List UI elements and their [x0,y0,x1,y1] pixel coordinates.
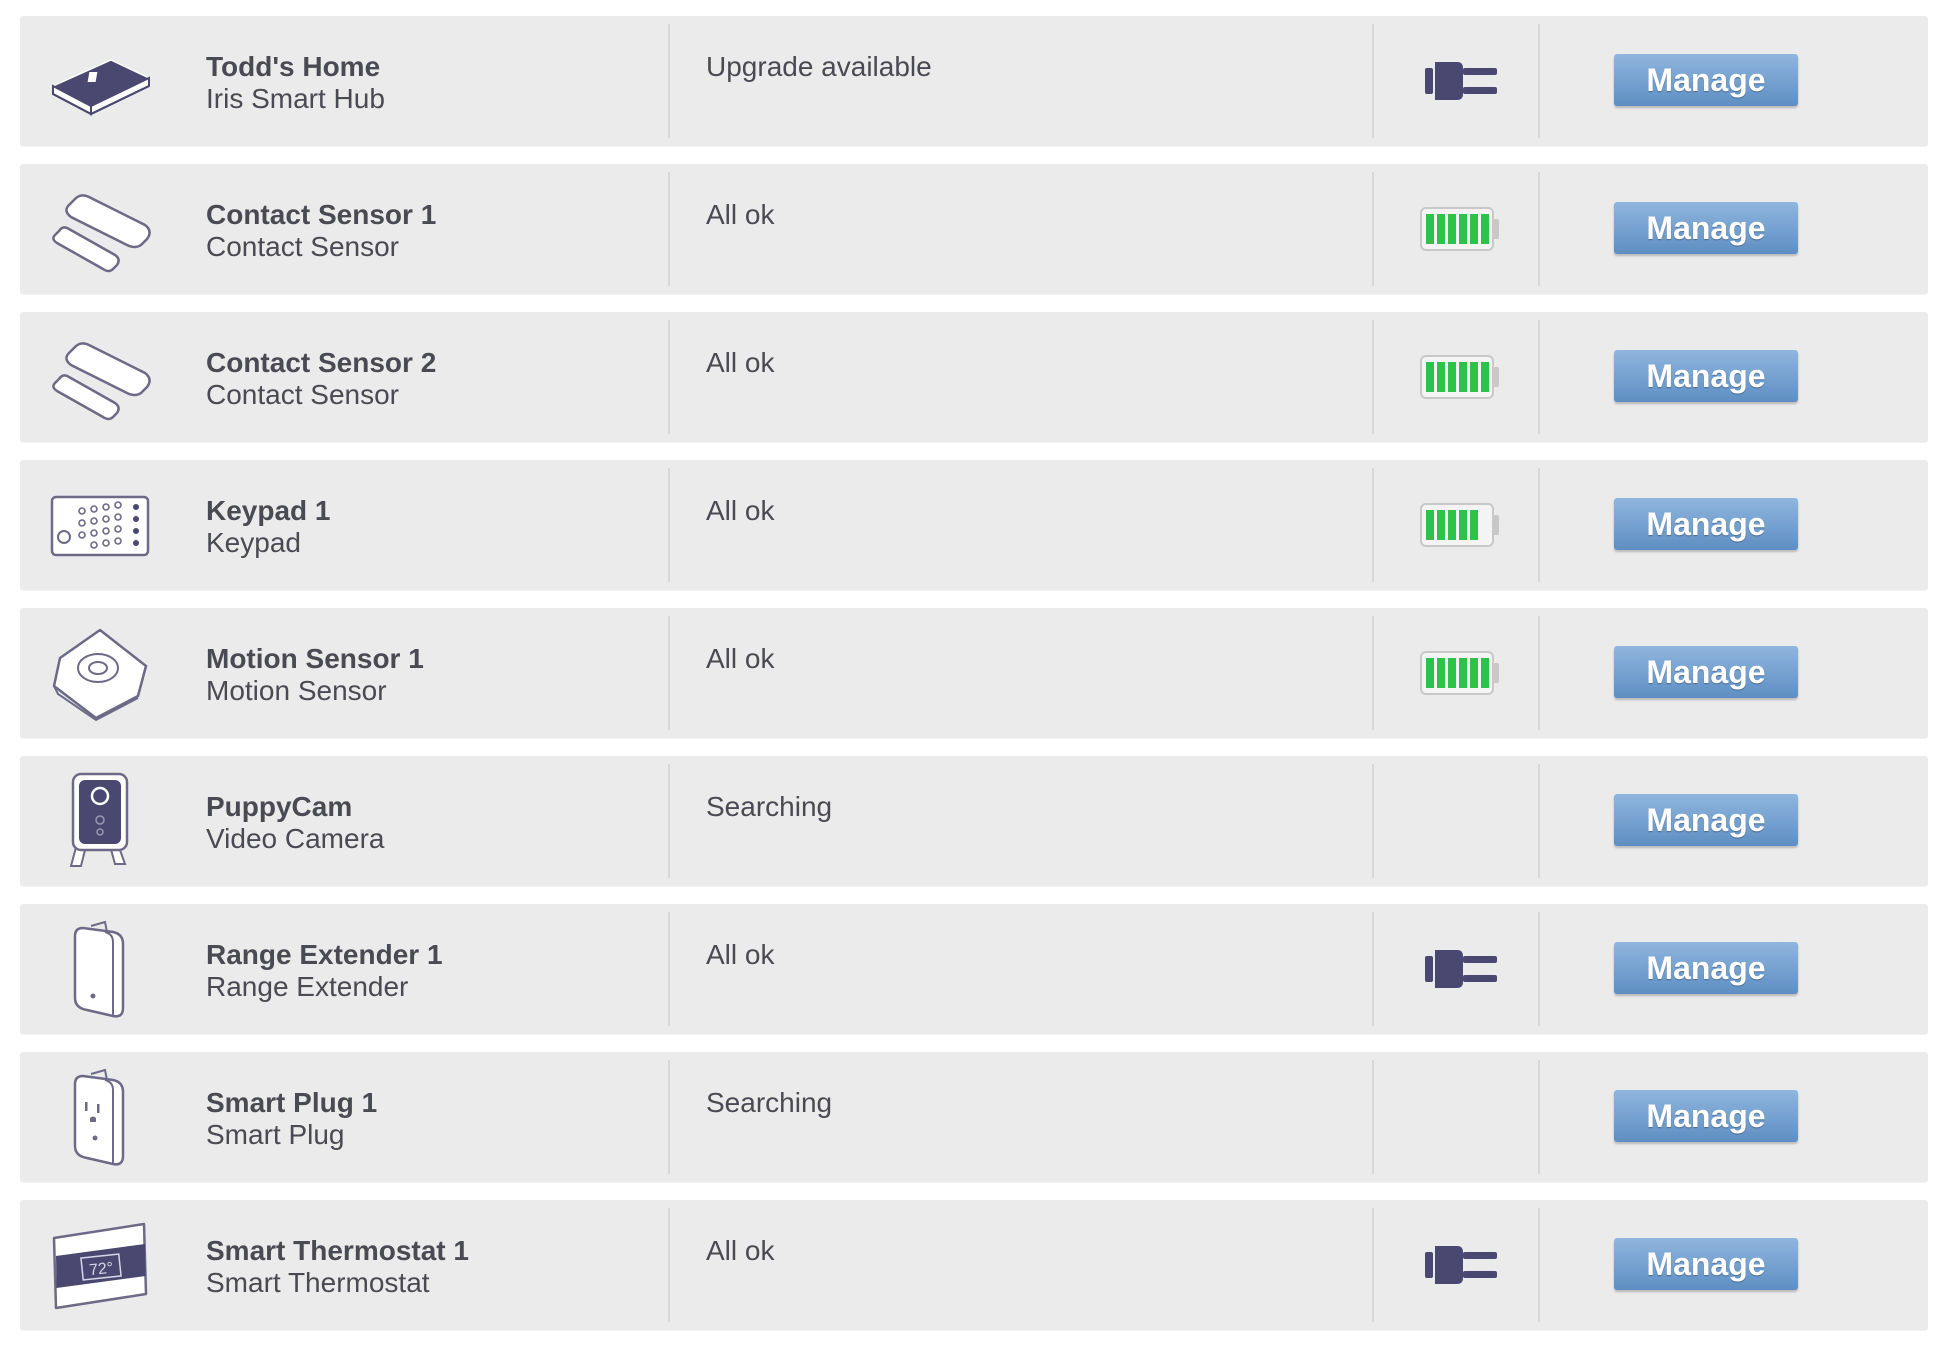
motion-sensor-icon [40,620,160,728]
manage-button[interactable]: Manage [1614,54,1798,106]
contact-sensor-icon [40,324,160,432]
device-type: Motion Sensor [206,675,387,706]
device-status: Searching [706,1087,833,1118]
device-name: Range Extender 1 [206,939,443,970]
manage-button[interactable]: Manage [1614,1090,1798,1142]
divider [668,468,670,582]
manage-button[interactable]: Manage [1614,350,1798,402]
divider [668,1208,670,1322]
manage-button[interactable]: Manage [1614,942,1798,994]
battery-icon [1420,651,1499,695]
divider [1372,24,1374,138]
divider [1372,912,1374,1026]
power-indicator [1386,776,1536,866]
manage-button[interactable]: Manage [1614,646,1798,698]
divider [1538,912,1540,1026]
device-row: Smart Plug 1 Smart Plug Searching Manage [20,1052,1928,1182]
device-type: Keypad [206,527,301,558]
device-name: Smart Thermostat 1 [206,1235,469,1266]
divider [1538,172,1540,286]
device-type: Smart Thermostat [206,1267,430,1298]
device-name: Motion Sensor 1 [206,643,424,674]
device-status: Searching [706,791,833,822]
divider [1538,320,1540,434]
divider [1372,468,1374,582]
divider [668,616,670,730]
device-type: Iris Smart Hub [206,83,385,114]
battery-icon [1420,355,1499,399]
contact-sensor-icon [40,176,160,284]
device-name: Keypad 1 [206,495,331,526]
device-name: Contact Sensor 2 [206,347,437,378]
hub-icon [40,28,160,136]
divider [668,912,670,1026]
divider [1538,1060,1540,1174]
device-status: All ok [706,1235,775,1266]
device-row: Range Extender 1 Range Extender All ok M… [20,904,1928,1034]
device-type: Video Camera [206,823,385,854]
divider [1372,616,1374,730]
divider [668,764,670,878]
divider [668,1060,670,1174]
divider [1372,172,1374,286]
divider [1538,24,1540,138]
device-row: 72° Smart Thermostat 1 Smart Thermostat … [20,1200,1928,1330]
divider [1538,764,1540,878]
divider [1372,764,1374,878]
divider [1538,616,1540,730]
device-status: All ok [706,939,775,970]
plug-icon [1425,62,1497,100]
range-extender-icon [40,916,160,1024]
manage-button[interactable]: Manage [1614,498,1798,550]
manage-button[interactable]: Manage [1614,794,1798,846]
camera-icon [40,768,160,876]
device-list: Todd's Home Iris Smart Hub Upgrade avail… [20,16,1928,1348]
device-row: Contact Sensor 1 Contact Sensor All ok M… [20,164,1928,294]
device-type: Contact Sensor [206,379,399,410]
device-status: All ok [706,643,775,674]
divider [1372,1208,1374,1322]
device-status: All ok [706,347,775,378]
device-status: Upgrade available [706,51,932,82]
divider [1372,1060,1374,1174]
battery-icon [1420,503,1499,547]
manage-button[interactable]: Manage [1614,202,1798,254]
battery-icon [1420,207,1499,251]
device-type: Smart Plug [206,1119,345,1150]
device-type: Range Extender [206,971,409,1002]
manage-button[interactable]: Manage [1614,1238,1798,1290]
thermostat-display: 72° [88,1260,114,1279]
divider [668,24,670,138]
device-name: PuppyCam [206,791,353,822]
smart-plug-icon [40,1064,160,1172]
keypad-icon [40,472,160,580]
device-type: Contact Sensor [206,231,399,262]
device-row: Motion Sensor 1 Motion Sensor All ok Man… [20,608,1928,738]
divider [1372,320,1374,434]
device-row: Contact Sensor 2 Contact Sensor All ok M… [20,312,1928,442]
device-row: PuppyCam Video Camera Searching Manage [20,756,1928,886]
divider [1538,1208,1540,1322]
device-name: Contact Sensor 1 [206,199,437,230]
divider [668,320,670,434]
thermostat-icon: 72° [40,1212,160,1320]
device-row: Keypad 1 Keypad All ok Manage [20,460,1928,590]
plug-icon [1425,950,1497,988]
device-status: All ok [706,199,775,230]
power-indicator [1386,1072,1536,1162]
device-row: Todd's Home Iris Smart Hub Upgrade avail… [20,16,1928,146]
divider [1538,468,1540,582]
device-name: Smart Plug 1 [206,1087,378,1118]
plug-icon [1425,1246,1497,1284]
device-name: Todd's Home [206,51,381,82]
device-status: All ok [706,495,775,526]
divider [668,172,670,286]
